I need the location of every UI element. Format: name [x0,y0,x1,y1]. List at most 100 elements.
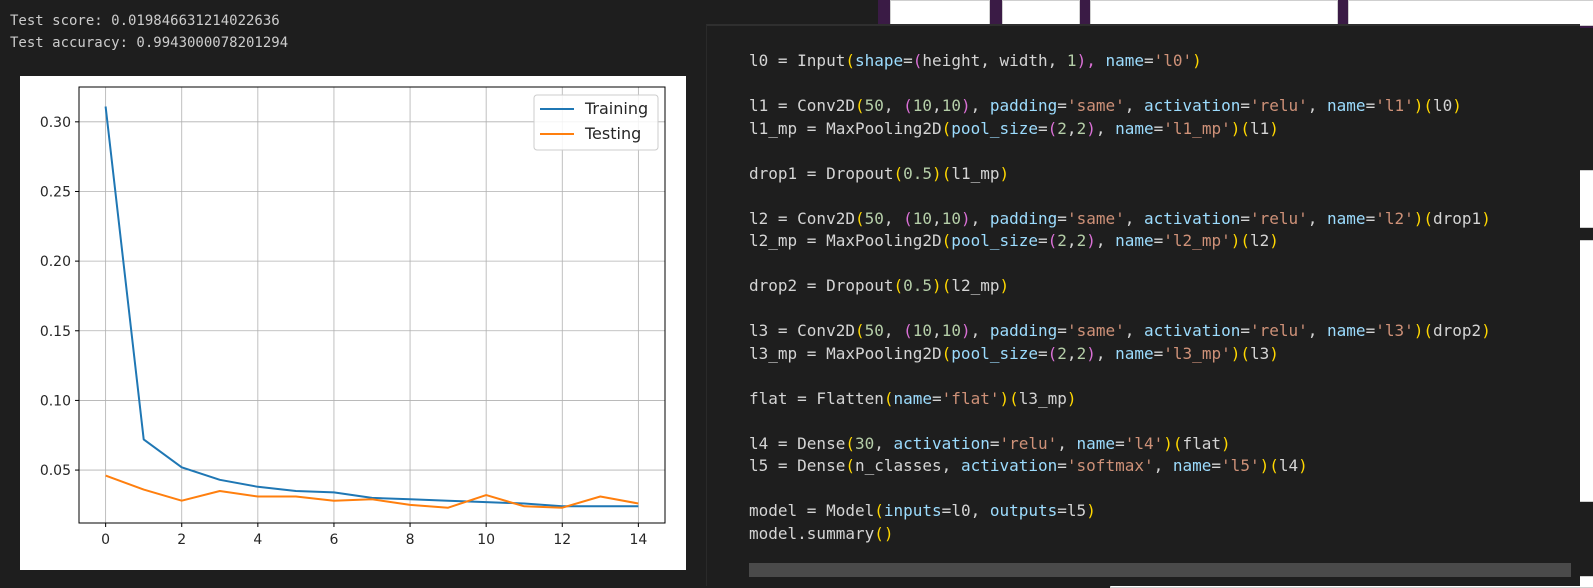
test-score-text: Test score: 0.019846631214022636 [10,13,280,29]
y-tick-label: 0.05 [40,463,71,479]
code-token: ), [1076,51,1106,70]
code-token: ( [854,321,865,340]
code-token: l1_mp [951,163,1000,183]
code-token: ( [874,501,884,520]
code-token: ) [1086,118,1096,138]
code-token: 'relu' [999,433,1058,453]
code-token: ( [941,163,952,183]
code-token: ( [845,456,855,475]
code-token: l2_mp [951,276,1000,295]
code-token: 2 [1057,343,1067,363]
code-token: 50 [864,96,884,115]
code-token: ( [941,343,952,363]
code-line: flat = Flatten(name='flat')(l3_mp) [749,388,1491,411]
code-token: ( [883,388,894,408]
code-token: = [1038,343,1048,363]
code-token: , [1095,231,1116,250]
code-token: inputs [883,501,942,520]
code-token: drop2 [1433,321,1482,340]
series-line-testing [105,474,639,509]
code-token: ) [1230,118,1241,138]
code-token: , [1057,433,1077,453]
code-token: , [1124,96,1144,115]
horizontal-scrollbar[interactable] [749,563,1571,577]
code-token: ( [1047,343,1058,363]
code-token: ( [912,51,923,70]
code-token: , [883,321,904,340]
code-token: activation [893,433,990,453]
code-token: , [1124,208,1144,228]
code-token: ) [1452,96,1462,115]
code-token: = [1057,501,1067,520]
code-token: , [1307,96,1328,115]
code-token: ) [999,163,1010,183]
code-token: ) [1269,231,1279,250]
code-token: ( [845,51,855,70]
code-token: ( [893,276,904,295]
code-token: name [1327,208,1366,228]
code-line: l1 = Conv2D(50, (10,10), padding='same',… [749,95,1491,118]
code-token: = [1057,456,1067,475]
code-token: ( [903,208,913,228]
code-token: = [1240,321,1250,340]
code-cell[interactable]: l0 = Input(shape=(height, width, 1), nam… [706,24,1580,586]
code-token: pool_size [951,118,1038,138]
code-token: 'same' [1066,208,1125,228]
code-token: 'relu' [1249,208,1308,228]
code-token: , [932,96,942,115]
code-token: ) [1259,456,1270,475]
code-token: 'relu' [1249,96,1308,115]
code-token: ( [941,276,952,295]
code-token: , [970,321,990,340]
code-token: ) [932,163,942,183]
code-token: padding [989,321,1058,340]
code-token: 10 [912,321,933,340]
background-window-3 [1090,0,1338,26]
code-token: ( [1047,231,1058,250]
code-token: , [932,208,942,228]
code-token: height, width, [922,51,1067,70]
code-token: ( [1172,433,1183,453]
code-token: 'softmax' [1066,456,1154,475]
code-token: drop1 = Dropout [749,163,894,183]
code-token: ( [854,96,865,115]
code-token: l3_mp = MaxPooling2D [749,343,942,363]
y-tick-label: 0.30 [40,115,71,131]
code-token: , [1307,208,1328,228]
test-accuracy-text: Test accuracy: 0.9943000078201294 [10,35,289,51]
code-token: 2 [1057,118,1067,138]
code-token: name [1327,321,1366,340]
code-token: , [1066,343,1077,363]
code-line: l0 = Input(shape=(height, width, 1), nam… [749,50,1491,73]
loss-chart-svg: 0 2 4 6 8 10 12 14 0.05 0.10 0.15 0.20 0.25 0.30 Train… [40,86,666,548]
code-token: activation [960,456,1058,475]
code-token: 'l3' [1375,321,1414,340]
code-token: ( [1240,231,1250,250]
code-token: 'flat' [941,388,1000,408]
code-token: = [1115,433,1125,453]
code-token: , [1066,231,1077,250]
code-token: = [1365,321,1376,340]
code-token: l2 = Conv2D [749,208,855,228]
code-token: name [893,388,933,408]
code-token: name [1076,433,1116,453]
code-token: ) [1269,343,1279,363]
code-token: n_classes, [854,456,961,475]
code-token: outputs [989,501,1058,520]
code-token: ) [1066,388,1077,408]
code-line: l5 = Dense(n_classes, activation='softma… [749,455,1491,478]
code-token: , [874,433,894,453]
code-editor[interactable]: l0 = Input(shape=(height, width, 1), nam… [749,50,1491,545]
code-token: 2 [1076,343,1087,363]
code-token: activation [1144,96,1241,115]
code-token: l3 [1250,343,1270,363]
x-tick-label: 12 [553,532,571,548]
code-token: , [883,96,904,115]
code-token: ( [1240,118,1250,138]
code-token: = [941,501,952,520]
code-token: flat = Flatten [749,388,884,408]
code-token: padding [989,208,1058,228]
code-token: , [1307,321,1328,340]
code-token: 50 [864,321,884,340]
